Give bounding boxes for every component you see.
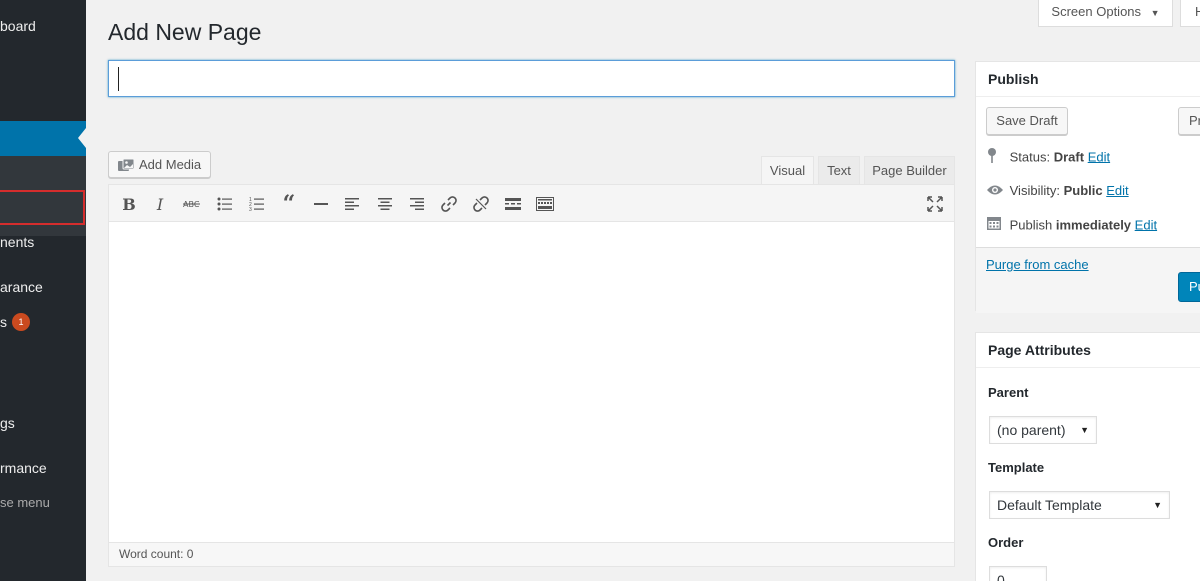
calendar-icon [986, 215, 1006, 237]
edit-date-link[interactable]: Edit [1135, 217, 1157, 232]
chevron-down-icon: ▼ [1080, 425, 1089, 435]
content-editor[interactable]: B I ABC 123 “ Word count: 0 [108, 184, 955, 567]
publish-date-row: Publish immediately Edit [986, 215, 1157, 235]
chevron-down-icon: ▼ [1150, 8, 1160, 18]
eye-icon [986, 182, 1006, 202]
admin-sidebar: board nents arance s 1 gs rmance se menu [0, 0, 86, 581]
page-attributes-box: Page Attributes Parent (no parent) ▼ Tem… [975, 332, 1200, 581]
purge-cache-link[interactable]: Purge from cache [986, 257, 1089, 272]
add-media-label: Add Media [139, 157, 202, 172]
visibility-row: Visibility: Public Edit [986, 181, 1129, 201]
tab-visual[interactable]: Visual [761, 156, 814, 185]
media-icon [117, 157, 135, 182]
sidebar-item-label: rmance [0, 460, 47, 476]
publish-date-label: Publish [1009, 217, 1053, 233]
svg-text:3: 3 [249, 207, 252, 211]
help-button[interactable]: H [1180, 0, 1200, 27]
sidebar-item-label: arance [0, 279, 43, 295]
template-select[interactable]: Default Template ▼ [989, 491, 1170, 519]
unlink-icon[interactable] [470, 193, 492, 215]
publish-button-label: Pu [1189, 279, 1200, 294]
sidebar-item-label: gs [0, 415, 15, 431]
status-label: Status: [1009, 149, 1051, 165]
parent-select[interactable]: (no parent) ▼ [989, 416, 1097, 444]
sidebar-item-label: nents [0, 234, 35, 250]
sidebar-item-label: board [0, 18, 36, 34]
order-input[interactable]: 0 [989, 566, 1047, 581]
title-input[interactable] [108, 60, 955, 97]
tab-text[interactable]: Text [818, 156, 860, 185]
order-input-value: 0 [997, 572, 1005, 581]
status-value: Draft [1053, 149, 1085, 165]
sidebar-item-pages-active[interactable] [0, 121, 86, 156]
align-right-icon[interactable] [406, 193, 428, 215]
page-title: Add New Page [108, 19, 262, 45]
numbered-list-icon[interactable]: 123 [246, 193, 268, 215]
visibility-value: Public [1063, 183, 1103, 198]
read-more-icon[interactable] [502, 193, 524, 215]
align-center-icon[interactable] [374, 193, 396, 215]
link-icon[interactable] [438, 193, 460, 215]
preview-button[interactable]: Pr [1178, 107, 1200, 135]
sidebar-item-label: s [0, 314, 7, 330]
screen-options-button[interactable]: Screen Options ▼ [1038, 0, 1173, 27]
template-select-value: Default Template [997, 497, 1102, 513]
text-caret [118, 67, 119, 91]
sidebar-item-label: se menu [0, 495, 50, 510]
edit-status-link[interactable]: Edit [1088, 149, 1110, 164]
horizontal-line-icon[interactable] [310, 193, 332, 215]
toolbar-toggle-icon[interactable] [534, 193, 556, 215]
sidebar-item-add-new-highlight[interactable] [0, 190, 85, 225]
parent-select-value: (no parent) [997, 422, 1066, 438]
edit-visibility-link[interactable]: Edit [1106, 183, 1128, 198]
chevron-down-icon: ▼ [1153, 500, 1162, 510]
visibility-label: Visibility: [1009, 183, 1060, 198]
tab-label: Page Builder [872, 163, 947, 178]
template-label: Template [988, 460, 1045, 475]
publish-box: Publish Save Draft Pr Status: Draft Edit… [975, 61, 1200, 313]
active-indicator [78, 128, 86, 148]
screen-options-label: Screen Options [1051, 4, 1142, 19]
update-count-badge: 1 [12, 313, 30, 331]
page-attributes-title: Page Attributes [976, 333, 1200, 368]
publish-date-value: immediately [1055, 217, 1132, 233]
pin-icon [986, 147, 1006, 169]
save-draft-label: Save Draft [996, 113, 1058, 128]
fullscreen-icon[interactable] [924, 193, 946, 215]
align-left-icon[interactable] [342, 193, 364, 215]
preview-label: Pr [1189, 113, 1200, 128]
publish-button[interactable]: Pu [1178, 272, 1200, 302]
tab-label: Visual [769, 163, 806, 178]
help-label: H [1195, 4, 1200, 19]
add-media-button[interactable]: Add Media [108, 151, 211, 178]
tab-label: Text [827, 163, 851, 178]
publish-actions: Purge from cache Pu [976, 247, 1200, 313]
save-draft-button[interactable]: Save Draft [986, 107, 1068, 135]
blockquote-icon[interactable]: “ [278, 191, 300, 217]
word-count: Word count: 0 [109, 542, 954, 566]
strikethrough-icon[interactable]: ABC [181, 193, 203, 215]
order-label: Order [988, 535, 1024, 550]
bullet-list-icon[interactable] [214, 193, 236, 215]
publish-box-title: Publish [976, 62, 1200, 97]
status-row: Status: Draft Edit [986, 147, 1110, 167]
tab-page-builder[interactable]: Page Builder [864, 156, 955, 185]
parent-label: Parent [988, 385, 1029, 400]
editor-toolbar: B I ABC 123 “ [109, 185, 954, 222]
bold-icon[interactable]: B [118, 193, 140, 215]
italic-icon[interactable]: I [149, 193, 171, 215]
